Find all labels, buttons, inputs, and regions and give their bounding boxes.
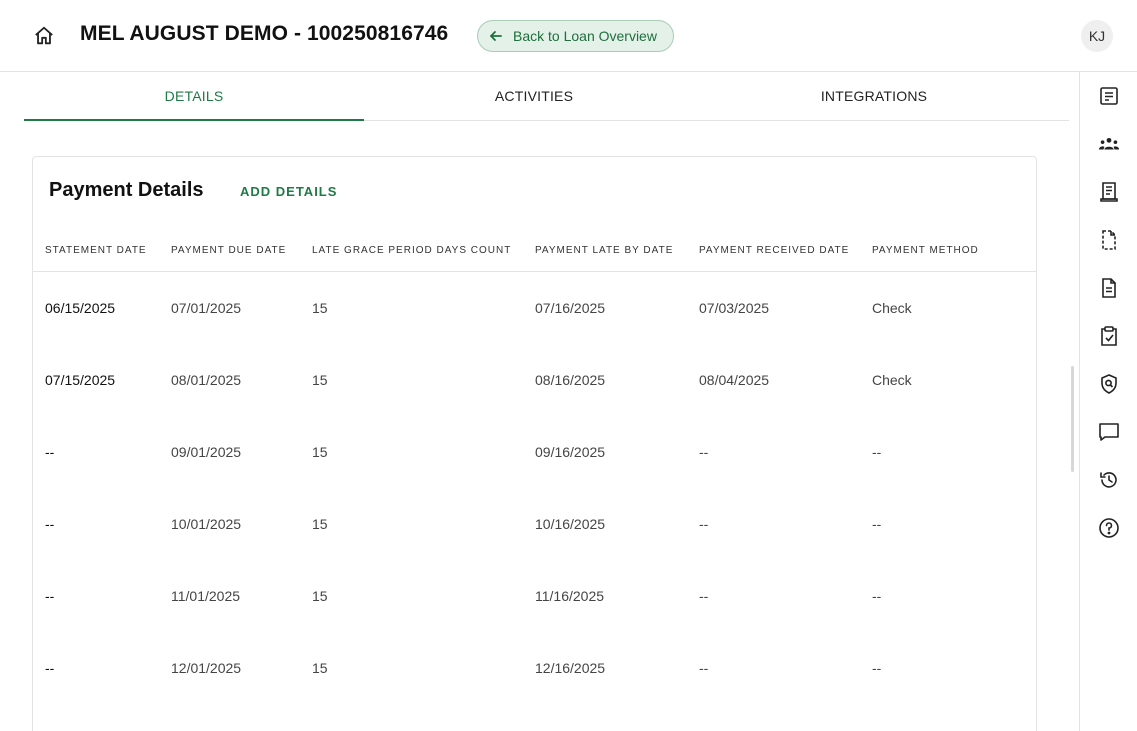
grace-days-cell: 15 (312, 444, 328, 460)
statement-date-cell: -- (45, 660, 55, 676)
table-row[interactable]: -- 11/01/2025 15 11/16/2025 -- -- (33, 560, 1036, 632)
top-bar: MEL AUGUST DEMO - 100250816746 Back to L… (0, 0, 1137, 72)
late-by-date-cell: 09/16/2025 (535, 444, 606, 460)
payment-due-date-cell: 12/01/2025 (171, 660, 242, 676)
loan-summary-icon[interactable] (1098, 85, 1120, 107)
table-row[interactable]: -- 10/01/2025 15 10/16/2025 -- -- (33, 488, 1036, 560)
grace-days-cell: 15 (312, 516, 328, 532)
payment-due-date-cell: 10/01/2025 (171, 516, 242, 532)
table-row[interactable]: -- 12/01/2025 15 12/16/2025 -- -- (33, 632, 1036, 704)
scrollbar-thumb[interactable] (1071, 366, 1074, 472)
statement-date-cell: -- (45, 444, 55, 460)
payment-due-date-cell: 07/01/2025 (171, 300, 242, 316)
right-rail (1079, 72, 1137, 731)
received-date-cell: 08/04/2025 (699, 372, 770, 388)
payment-due-date-cell: 11/01/2025 (171, 588, 241, 604)
arrow-left-icon (488, 28, 504, 44)
payment-method-cell: -- (872, 444, 882, 460)
document-icon[interactable] (1098, 277, 1120, 299)
late-by-date-cell: 12/16/2025 (535, 660, 606, 676)
grace-days-cell: 15 (312, 300, 328, 316)
payment-method-cell: -- (872, 516, 882, 532)
statement-date-cell: -- (45, 516, 55, 532)
tab-integrations[interactable]: INTEGRATIONS (704, 72, 1044, 120)
home-icon[interactable] (32, 24, 56, 48)
tab-activities[interactable]: ACTIVITIES (364, 72, 704, 120)
shield-search-icon[interactable] (1098, 373, 1120, 395)
column-header-late-grace-period[interactable]: LATE GRACE PERIOD DAYS COUNT (312, 245, 511, 256)
received-date-cell: -- (699, 444, 709, 460)
column-header-payment-received-date[interactable]: PAYMENT RECEIVED DATE (699, 245, 849, 256)
tab-details[interactable]: DETAILS (24, 72, 364, 121)
add-details-button[interactable]: ADD DETAILS (240, 184, 337, 199)
clipboard-check-icon[interactable] (1098, 325, 1120, 347)
received-date-cell: -- (699, 516, 709, 532)
statement-date-cell: 06/15/2025 (45, 300, 116, 316)
statement-date-cell: -- (45, 588, 55, 604)
chat-icon[interactable] (1098, 421, 1120, 443)
received-date-cell: 07/03/2025 (699, 300, 770, 316)
payment-due-date-cell: 08/01/2025 (171, 372, 242, 388)
table-row[interactable]: 07/15/2025 08/01/2025 15 08/16/2025 08/0… (33, 344, 1036, 416)
late-by-date-cell: 10/16/2025 (535, 516, 606, 532)
back-to-loan-overview-button[interactable]: Back to Loan Overview (477, 20, 674, 52)
received-date-cell: -- (699, 588, 709, 604)
column-header-statement-date[interactable]: STATEMENT DATE (45, 245, 147, 256)
payment-due-date-cell: 09/01/2025 (171, 444, 242, 460)
late-by-date-cell: 07/16/2025 (535, 300, 606, 316)
receipt-icon[interactable] (1098, 181, 1120, 203)
tab-bar: DETAILS ACTIVITIES INTEGRATIONS (24, 72, 1069, 121)
borrowers-icon[interactable] (1098, 133, 1120, 155)
grace-days-cell: 15 (312, 372, 328, 388)
statement-date-cell: 07/15/2025 (45, 372, 116, 388)
history-icon[interactable] (1098, 469, 1120, 491)
column-header-payment-late-by-date[interactable]: PAYMENT LATE BY DATE (535, 245, 673, 256)
help-icon[interactable] (1098, 517, 1120, 539)
received-date-cell: -- (699, 660, 709, 676)
payment-details-card: Payment Details ADD DETAILS STATEMENT DA… (32, 156, 1037, 731)
document-dashed-icon[interactable] (1098, 229, 1120, 251)
payment-method-cell: -- (872, 660, 882, 676)
page-title: MEL AUGUST DEMO - 100250816746 (80, 22, 449, 45)
table-row[interactable]: -- 09/01/2025 15 09/16/2025 -- -- (33, 416, 1036, 488)
late-by-date-cell: 08/16/2025 (535, 372, 606, 388)
grace-days-cell: 15 (312, 588, 328, 604)
grace-days-cell: 15 (312, 660, 328, 676)
payment-method-cell: Check (872, 300, 912, 316)
payment-method-cell: -- (872, 588, 882, 604)
column-header-payment-due-date[interactable]: PAYMENT DUE DATE (171, 245, 286, 256)
table-header: STATEMENT DATE PAYMENT DUE DATE LATE GRA… (33, 231, 1036, 272)
back-button-label: Back to Loan Overview (513, 28, 657, 44)
payment-method-cell: Check (872, 372, 912, 388)
table-row[interactable]: 06/15/2025 07/01/2025 15 07/16/2025 07/0… (33, 272, 1036, 344)
late-by-date-cell: 11/16/2025 (535, 588, 605, 604)
payment-details-title: Payment Details (49, 179, 204, 201)
avatar[interactable]: KJ (1081, 20, 1113, 52)
column-header-payment-method[interactable]: PAYMENT METHOD (872, 245, 979, 256)
